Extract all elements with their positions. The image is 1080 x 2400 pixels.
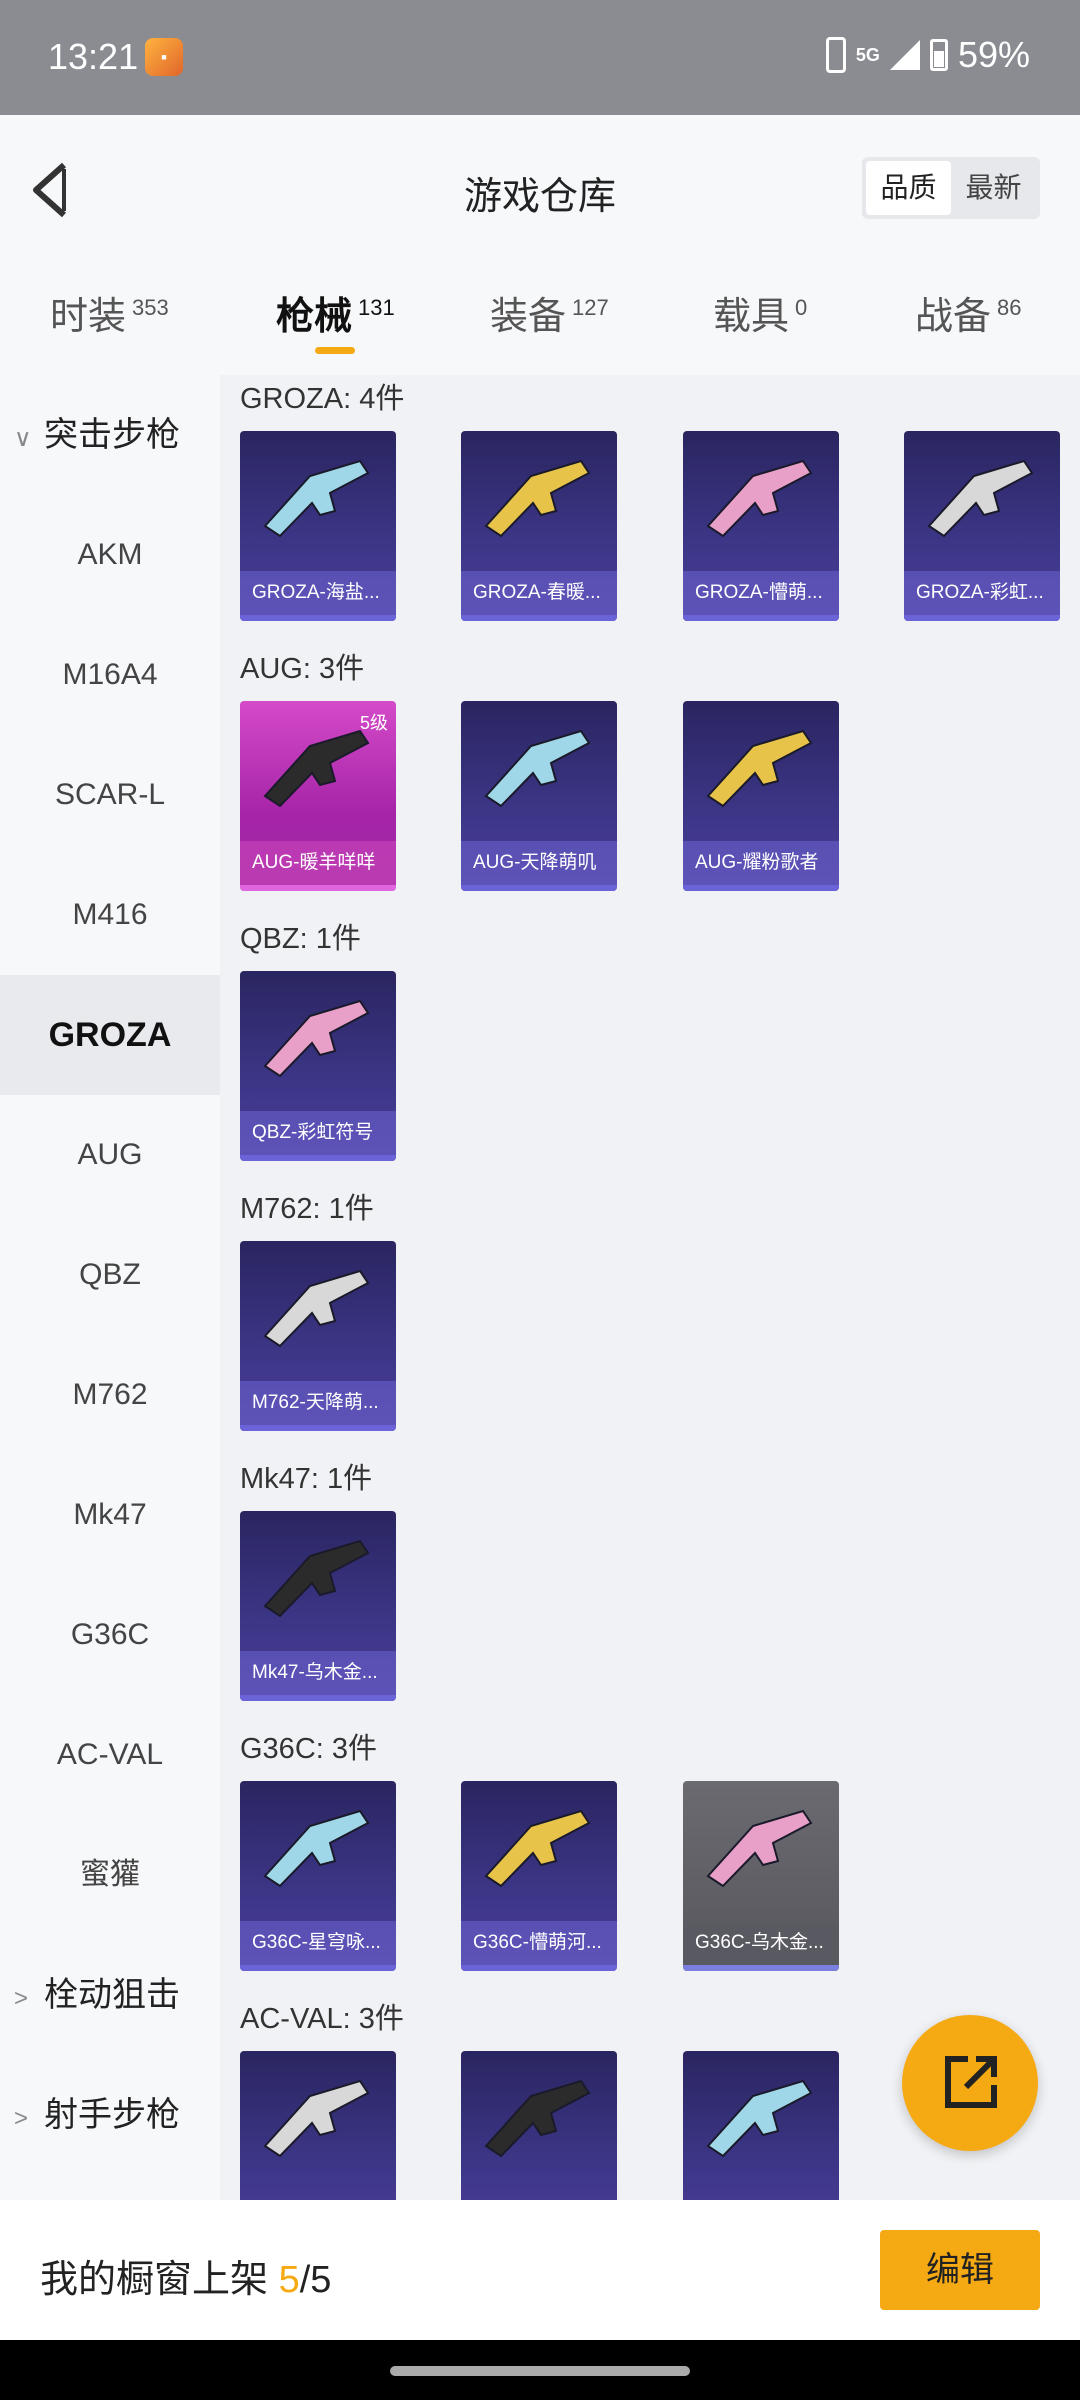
tab-equipment[interactable]: 装备 127 xyxy=(490,285,609,340)
weapon-image xyxy=(263,1269,370,1348)
item-card[interactable]: AUG-耀粉歌者 xyxy=(683,701,839,891)
weapon-image xyxy=(484,1809,591,1888)
inventory-grid: GROZA: 4件 GROZA-海盐... GROZA-春暖... GROZA-… xyxy=(220,375,1080,2200)
item-card[interactable]: M762-天降萌... xyxy=(240,1241,396,1431)
showcase-bar: 我的橱窗上架 5/5 编辑 xyxy=(0,2200,1080,2340)
status-icons: 5G 59% xyxy=(825,34,1030,76)
sidebar-group-bolt-snipers[interactable]: > 栓动狙击 xyxy=(0,1935,220,2055)
item-card[interactable]: G36C-乌木金... xyxy=(683,1781,839,1971)
item-name: G36C-懵萌河... xyxy=(461,1921,617,1965)
section-title-mk47: Mk47: 1件 xyxy=(240,1463,373,1495)
sidebar-item-ac-val[interactable]: AC-VAL xyxy=(0,1695,220,1815)
category-tabs: 时装 353 枪械 131 装备 127 载具 0 战备 86 xyxy=(0,275,1080,365)
item-card[interactable]: 5级 AUG-暖羊咩咩 xyxy=(240,701,396,891)
edit-button[interactable]: 编辑 xyxy=(880,2230,1040,2310)
item-card[interactable] xyxy=(683,2051,839,2200)
share-button[interactable] xyxy=(902,2015,1038,2151)
status-time: 13:21 xyxy=(48,36,139,77)
item-name: GROZA-春暖... xyxy=(461,571,617,615)
sim-icon xyxy=(825,37,846,73)
tab-outfits[interactable]: 时装 353 xyxy=(50,285,169,340)
sort-latest-button[interactable]: 最新 xyxy=(951,161,1036,215)
item-card[interactable]: GROZA-春暖... xyxy=(461,431,617,621)
sidebar-item-m16a4[interactable]: M16A4 xyxy=(0,615,220,735)
weapon-image xyxy=(706,1809,813,1888)
weapon-image xyxy=(706,459,813,538)
sidebar-item-scar-l[interactable]: SCAR-L xyxy=(0,735,220,855)
chevron-right-icon: > xyxy=(14,1985,29,2012)
item-card[interactable]: GROZA-海盐... xyxy=(240,431,396,621)
level-badge: 5级 xyxy=(359,713,388,733)
sidebar-item-honey-badger[interactable]: 蜜獾 xyxy=(0,1815,220,1935)
sidebar-item-m762[interactable]: M762 xyxy=(0,1335,220,1455)
system-nav-bar xyxy=(0,2340,1080,2400)
sidebar-group-marksman-rifles[interactable]: > 射手步枪 xyxy=(0,2055,220,2175)
weapon-image xyxy=(263,459,370,538)
item-card[interactable] xyxy=(240,2051,396,2200)
weapon-image xyxy=(927,459,1034,538)
battery-percent: 59% xyxy=(957,34,1030,75)
item-card[interactable]: AUG-天降萌叽 xyxy=(461,701,617,891)
weapon-image xyxy=(484,459,591,538)
weapon-image xyxy=(263,2079,370,2158)
sort-toggle: 品质 最新 xyxy=(862,157,1040,219)
item-card[interactable] xyxy=(461,2051,617,2200)
item-card[interactable]: G36C-星穹咏... xyxy=(240,1781,396,1971)
header: 游戏仓库 品质 最新 时装 353 枪械 131 装备 127 载具 0 战备 86 xyxy=(0,115,1080,375)
item-name: G36C-星穹咏... xyxy=(240,1921,396,1965)
item-name: M762-天降萌... xyxy=(240,1381,396,1425)
sidebar-item-mk47[interactable]: Mk47 xyxy=(0,1455,220,1575)
battery-icon xyxy=(929,39,948,71)
status-bar: 13:21 ■ 5G 59% xyxy=(0,0,1080,115)
item-card[interactable]: Mk47-乌木金... xyxy=(240,1511,396,1701)
section-title-groza: GROZA: 4件 xyxy=(240,383,405,415)
sidebar-item-g36c[interactable]: G36C xyxy=(0,1575,220,1695)
tab-supplies[interactable]: 战备 86 xyxy=(915,285,1022,340)
tab-vehicles[interactable]: 载具 0 xyxy=(713,285,807,340)
showcase-status: 我的橱窗上架 5/5 xyxy=(40,2259,332,2301)
item-name: GROZA-懵萌... xyxy=(683,571,839,615)
item-name: GROZA-彩虹... xyxy=(904,571,1060,615)
weapon-image xyxy=(484,2079,591,2158)
item-name: Mk47-乌木金... xyxy=(240,1651,396,1695)
tab-guns[interactable]: 枪械 131 xyxy=(276,285,395,340)
weapon-image xyxy=(263,1539,370,1618)
item-name: AUG-暖羊咩咩 xyxy=(240,841,396,885)
item-name: QBZ-彩虹符号 xyxy=(240,1111,396,1155)
sidebar-item-akm[interactable]: AKM xyxy=(0,495,220,615)
weapon-image xyxy=(263,999,370,1078)
chevron-down-icon: ∨ xyxy=(14,425,32,452)
home-gesture-bar[interactable] xyxy=(390,2366,690,2376)
section-title-qbz: QBZ: 1件 xyxy=(240,923,361,955)
item-name: AUG-耀粉歌者 xyxy=(683,841,839,885)
weapon-type-sidebar: ∨ 突击步枪 AKM M16A4 SCAR-L M416 GROZA AUG QB… xyxy=(0,375,220,2200)
item-card[interactable]: QBZ-彩虹符号 xyxy=(240,971,396,1161)
app-notification-icon: ■ xyxy=(145,38,183,76)
item-name: GROZA-海盐... xyxy=(240,571,396,615)
signal-icon xyxy=(889,40,920,70)
network-label: 5G xyxy=(855,45,880,65)
item-name: AUG-天降萌叽 xyxy=(461,841,617,885)
sidebar-item-qbz[interactable]: QBZ xyxy=(0,1215,220,1335)
item-card[interactable]: GROZA-懵萌... xyxy=(683,431,839,621)
sidebar-item-groza[interactable]: GROZA xyxy=(0,975,220,1095)
item-name: G36C-乌木金... xyxy=(683,1921,839,1965)
section-title-g36c: G36C: 3件 xyxy=(240,1733,377,1765)
item-card[interactable]: G36C-懵萌河... xyxy=(461,1781,617,1971)
section-title-m762: M762: 1件 xyxy=(240,1193,374,1225)
weapon-image xyxy=(706,2079,813,2158)
weapon-image xyxy=(484,729,591,808)
sidebar-group-assault-rifles[interactable]: ∨ 突击步枪 xyxy=(0,375,220,495)
chevron-right-icon: > xyxy=(14,2105,29,2132)
sort-quality-button[interactable]: 品质 xyxy=(866,161,951,215)
section-title-ac-val: AC-VAL: 3件 xyxy=(240,2003,404,2035)
weapon-image xyxy=(706,729,813,808)
weapon-image xyxy=(263,1809,370,1888)
sidebar-item-aug[interactable]: AUG xyxy=(0,1095,220,1215)
sidebar-item-m416[interactable]: M416 xyxy=(0,855,220,975)
item-card[interactable]: GROZA-彩虹... xyxy=(904,431,1060,621)
section-title-aug: AUG: 3件 xyxy=(240,653,365,685)
share-icon xyxy=(945,2056,997,2108)
active-tab-indicator xyxy=(315,347,355,354)
